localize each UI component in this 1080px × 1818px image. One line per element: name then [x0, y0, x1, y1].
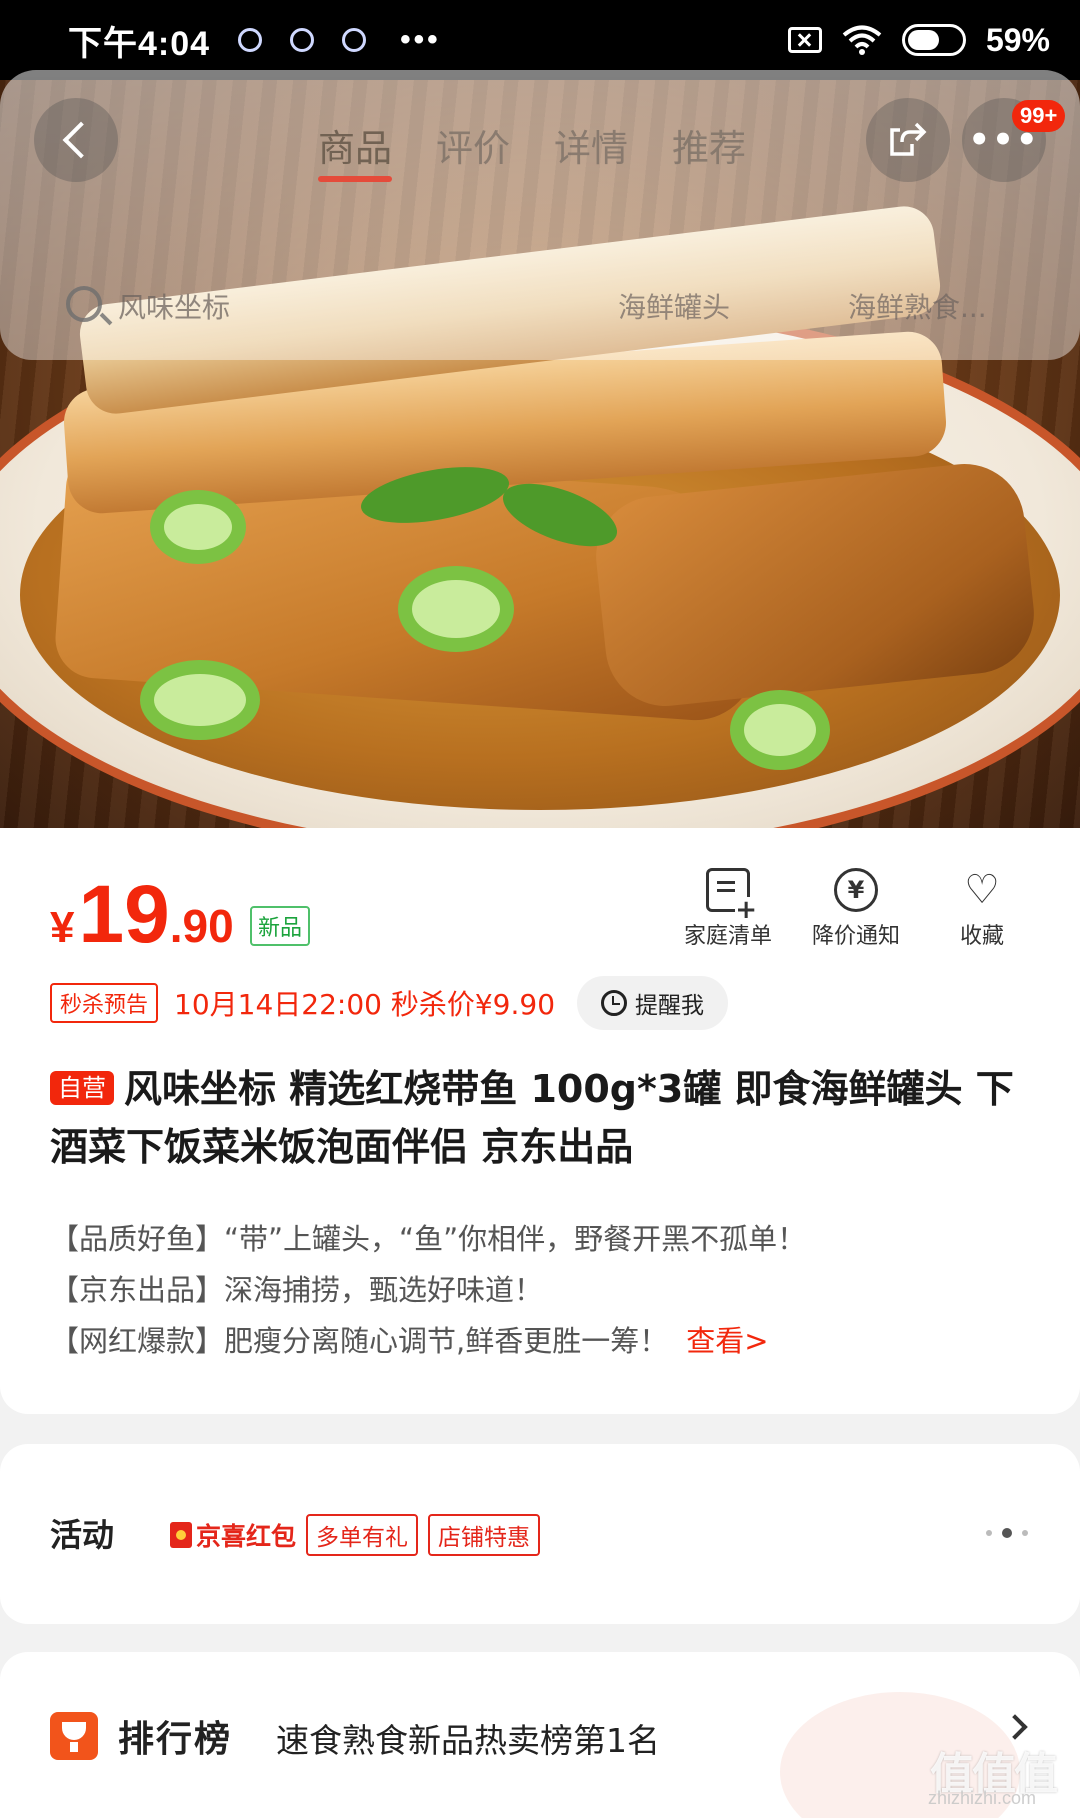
status-time: 下午4:04	[68, 24, 211, 63]
wifi-icon	[842, 25, 882, 55]
seckill-text: 10月14日22:00 秒杀价¥9.90	[174, 988, 556, 1021]
more-notifications-icon: •••	[400, 23, 441, 56]
view-more-link[interactable]: 查看>	[686, 1324, 768, 1358]
tab-details[interactable]: 详情	[554, 118, 628, 172]
price-alert-label: 降价通知	[811, 924, 900, 949]
share-icon	[890, 122, 927, 156]
product-info-card: ¥ 19 .90 新品 家庭清单 ¥ 降价通知 ♡ 收藏 秒杀预告 10月14日…	[0, 828, 1080, 1414]
hot-word[interactable]: 海鲜罐头	[618, 286, 730, 326]
fish-piece	[590, 458, 1040, 712]
product-title: 风味坐标 精选红烧带鱼 100g*3罐 即食海鲜罐头 下酒菜下饭菜米饭泡面伴侣 …	[50, 1067, 1014, 1169]
activity-pager	[986, 1528, 1028, 1538]
watermark-url: zhizhizhi.com	[928, 1788, 1037, 1808]
hot-word[interactable]: 海鲜熟食...	[848, 286, 987, 326]
product-title-block: 自营 风味坐标 精选红烧带鱼 100g*3罐 即食海鲜罐头 下酒菜下饭菜米饭泡面伴…	[50, 1060, 1040, 1176]
battery-icon	[901, 24, 966, 56]
selling-point: 【网红爆款】肥瘦分离随心调节,鲜香更胜一筹！	[50, 1324, 669, 1358]
scallion-slice	[398, 566, 514, 652]
tab-reviews[interactable]: 评价	[436, 118, 510, 172]
favorite-button[interactable]: ♡ 收藏	[922, 868, 1042, 950]
activity-card[interactable]: 活动 京喜红包 多单有礼 店铺特惠	[0, 1444, 1080, 1624]
pager-dot	[1022, 1530, 1028, 1536]
status-bar: 下午4:04 ••• 59%	[0, 0, 1080, 80]
self-operated-tag: 自营	[50, 1071, 114, 1105]
message-badge: 99+	[1012, 100, 1066, 132]
activity-title: 活动	[50, 1516, 115, 1554]
favorite-label: 收藏	[959, 924, 1004, 949]
back-button[interactable]	[34, 98, 118, 182]
list-add-icon	[706, 868, 757, 923]
price-alert-button[interactable]: ¥ 降价通知	[796, 868, 916, 950]
share-button[interactable]	[866, 98, 950, 182]
price-integer: 19	[78, 869, 170, 960]
tab-recommend[interactable]: 推荐	[672, 118, 746, 172]
price: ¥ 19 .90	[50, 868, 234, 962]
tab-goods[interactable]: 商品	[318, 118, 392, 182]
notification-icon	[238, 28, 263, 52]
new-product-badge: 新品	[250, 906, 311, 946]
pager-dot-active	[1002, 1528, 1012, 1538]
scallion-slice	[150, 490, 246, 564]
price-decimal: .90	[169, 900, 234, 952]
sim-off-icon	[787, 27, 822, 53]
trophy-icon	[50, 1712, 98, 1760]
family-list-button[interactable]: 家庭清单	[668, 868, 788, 950]
back-arrow-icon	[62, 121, 100, 159]
price-currency: ¥	[50, 903, 75, 952]
search-placeholder[interactable]: 风味坐标	[118, 286, 230, 326]
top-nav: 商品 评价 详情 推荐 ••• 99+ 风味坐标 海鲜罐头 海鲜熟食...	[0, 70, 1080, 360]
search-bar[interactable]: 风味坐标 海鲜罐头 海鲜熟食...	[0, 266, 1080, 346]
nav-tabs: 商品 评价 详情 推荐	[318, 118, 746, 182]
yen-bell-icon: ¥	[834, 868, 878, 912]
remind-me-button[interactable]: 提醒我	[577, 976, 729, 1030]
seckill-row: 秒杀预告 10月14日22:00 秒杀价¥9.90 提醒我	[50, 976, 729, 1030]
pager-dot	[986, 1530, 992, 1536]
activity-tag[interactable]: 店铺特惠	[428, 1514, 541, 1556]
remind-me-label: 提醒我	[635, 993, 705, 1019]
selling-point: 【品质好鱼】“带”上罐头，“鱼”你相伴，野餐开黑不孤单！	[50, 1222, 807, 1256]
activity-tag[interactable]: 多单有礼	[306, 1514, 419, 1556]
ranking-text: 速食熟食新品热卖榜第1名	[276, 1721, 660, 1760]
jingxi-red-packet[interactable]: 京喜红包	[170, 1517, 296, 1553]
selling-points: 【品质好鱼】“带”上罐头，“鱼”你相伴，野餐开黑不孤单！ 【京东出品】深海捕捞，…	[50, 1214, 806, 1367]
activity-tags: 京喜红包 多单有礼 店铺特惠	[170, 1514, 541, 1556]
battery-percent: 59%	[985, 21, 1050, 58]
ranking-card[interactable]: 排行榜 速食熟食新品热卖榜第1名	[0, 1652, 1080, 1818]
red-packet-label: 京喜红包	[196, 1522, 297, 1551]
search-icon	[66, 286, 102, 322]
family-list-label: 家庭清单	[683, 924, 772, 949]
seckill-tag: 秒杀预告	[50, 983, 159, 1023]
ranking-label: 排行榜	[118, 1719, 233, 1760]
scallion-slice	[730, 690, 830, 770]
selling-point: 【京东出品】深海捕捞，甄选好味道！	[50, 1273, 544, 1307]
heart-plus-icon: ♡	[964, 867, 1000, 913]
notification-icon	[342, 28, 367, 52]
alarm-clock-icon	[601, 990, 628, 1016]
notification-icon	[290, 28, 315, 52]
red-packet-icon	[170, 1522, 192, 1548]
scallion-slice	[140, 660, 260, 740]
